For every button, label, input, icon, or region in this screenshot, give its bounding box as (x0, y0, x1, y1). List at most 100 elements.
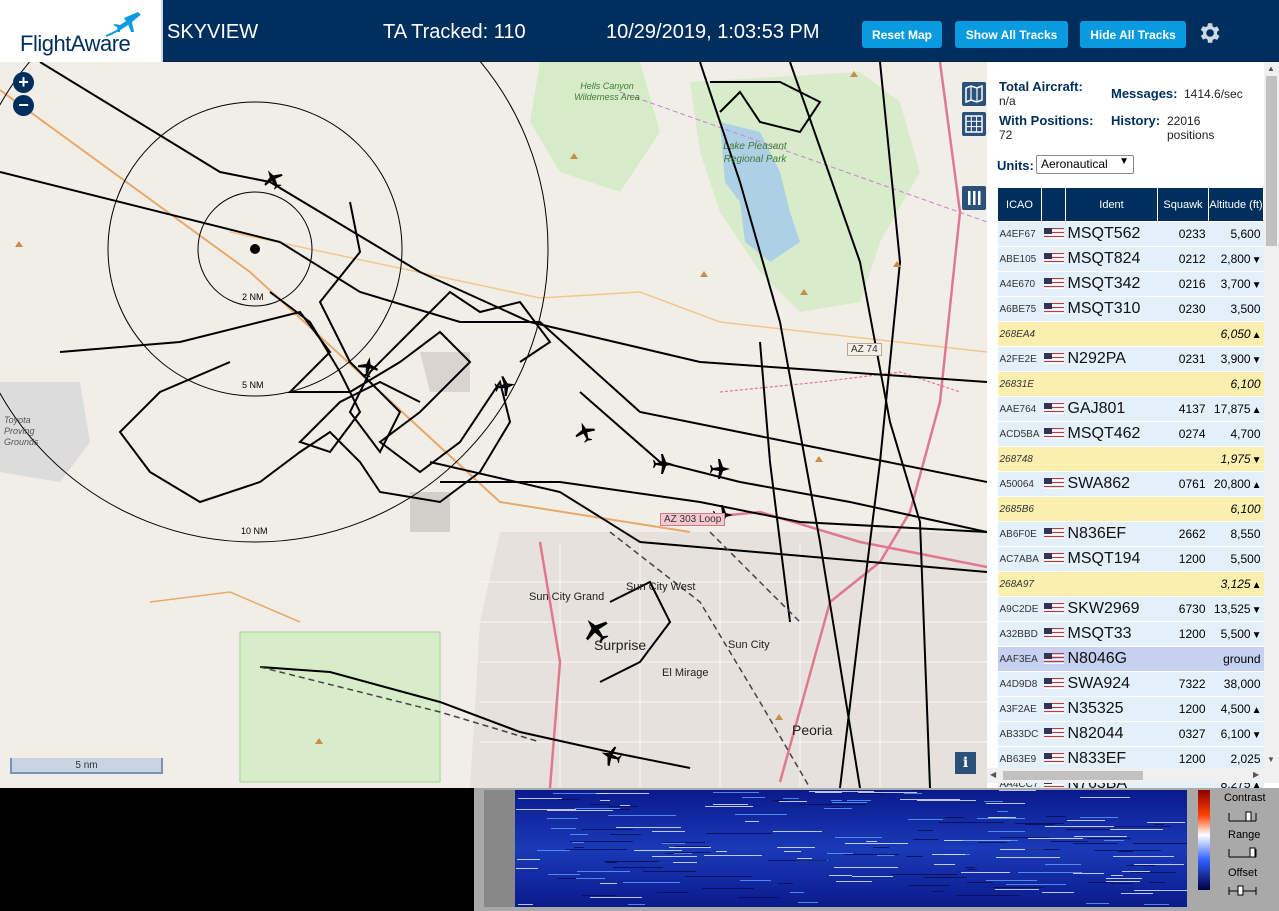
scroll-left-icon[interactable]: ◀ (990, 770, 996, 779)
table-row[interactable]: ACD5BA MSQT462 0274 4,700 (997, 421, 1264, 447)
altitude-cell: 4,500▲ (1208, 696, 1264, 722)
flag-cell (1041, 671, 1066, 697)
zoom-in-button[interactable]: + (13, 72, 34, 93)
us-flag-icon (1043, 753, 1064, 765)
flag-cell (1041, 721, 1066, 747)
table-row[interactable]: ABE105 MSQT824 0212 2,800▼ (997, 246, 1264, 272)
altitude-value: ground (1223, 652, 1261, 666)
ident-cell: MSQT562 (1065, 221, 1158, 247)
show-all-tracks-button[interactable]: Show All Tracks (955, 21, 1068, 48)
altitude-cell: 3,700▼ (1208, 271, 1264, 297)
aircraft-icon[interactable] (572, 419, 598, 445)
table-row[interactable]: AAF3EA N8046G ground (997, 646, 1264, 672)
table-row[interactable]: 268748 1,975▼ (997, 446, 1264, 472)
waterfall-margin (484, 790, 515, 907)
app-title: SKYVIEW (167, 21, 259, 43)
squawk-cell (1157, 646, 1209, 672)
squawk-cell (1157, 321, 1209, 347)
map-layers-icon[interactable] (962, 82, 986, 106)
sidebar-horizontal-scrollbar[interactable]: ◀ ▶ (987, 768, 1279, 783)
contrast-slider-icon[interactable] (1228, 811, 1258, 823)
scroll-thumb[interactable] (1003, 771, 1143, 780)
altitude-cell: 17,875▲ (1208, 396, 1264, 422)
table-row[interactable]: AB33DC N82044 0327 6,100▼ (997, 721, 1264, 747)
ident-cell: MSQT194 (1065, 546, 1158, 572)
icao-cell: A32BBD (997, 621, 1042, 647)
range-label: Range (1228, 829, 1261, 841)
scroll-down-icon[interactable]: ▼ (1267, 755, 1275, 764)
table-row[interactable]: AC7ABA MSQT194 1200 5,500 (997, 546, 1264, 572)
table-row[interactable]: 26831E 6,100 (997, 371, 1264, 397)
info-button[interactable]: i (955, 752, 976, 774)
us-flag-icon (1043, 653, 1064, 665)
col-squawk[interactable]: Squawk (1157, 187, 1209, 222)
altitude-value: 1,975 (1220, 452, 1251, 466)
table-row[interactable]: AB6F0E N836EF 2662 8,550 (997, 521, 1264, 547)
table-row[interactable]: A9C2DE SKW2969 6730 13,525▼ (997, 596, 1264, 622)
receiver-location (250, 244, 260, 254)
label-surprise: Surprise (594, 637, 647, 653)
label-peoria: Peoria (792, 722, 833, 738)
table-row[interactable]: AAE764 GAJ801 4137 17,875▲ (997, 396, 1264, 422)
table-row[interactable]: A4D9D8 SWA924 7322 38,000 (997, 671, 1264, 697)
squawk-cell (1157, 371, 1209, 397)
units-dropdown[interactable]: Aeronautical ▼ (1036, 155, 1134, 174)
altitude-value: 6,100 (1220, 727, 1251, 741)
range-slider-icon[interactable] (1228, 847, 1258, 859)
ident-cell: N35325 (1065, 696, 1158, 722)
squawk-cell: 4137 (1157, 396, 1209, 422)
table-row[interactable]: A50064 SWA862 0761 20,800▲ (997, 471, 1264, 497)
flightaware-logo[interactable]: FlightAware (0, 0, 163, 62)
aircraft-icon[interactable] (493, 374, 516, 397)
table-row[interactable]: A2FE2E N292PA 0231 3,900▼ (997, 346, 1264, 372)
altitude-cell: 3,500 (1208, 296, 1264, 322)
table-row[interactable]: 268EA4 6,050▲ (997, 321, 1264, 347)
sidebar-vertical-scrollbar[interactable]: ▲ ▼ (1264, 62, 1279, 768)
label-hells-canyon: Hells Canyon Wilderness Area (574, 81, 640, 102)
col-flag[interactable] (1041, 187, 1066, 222)
map-canvas[interactable] (0, 62, 987, 788)
table-row[interactable]: A6BE75 MSQT310 0230 3,500 (997, 296, 1264, 322)
aircraft-icon[interactable] (653, 454, 673, 474)
table-row[interactable]: 268A97 3,125▲ (997, 571, 1264, 597)
table-row[interactable]: 2685B6 6,100 (997, 496, 1264, 522)
ident-cell (1065, 446, 1158, 472)
reset-map-button[interactable]: Reset Map (862, 21, 942, 48)
history-value: 22016 positions (1167, 114, 1215, 142)
col-icao[interactable]: ICAO (997, 187, 1042, 222)
spectrum-waterfall[interactable] (515, 790, 1187, 907)
altitude-cell: 1,975▼ (1208, 446, 1264, 472)
grid-icon[interactable] (962, 112, 986, 136)
altitude-cell: 5,600 (1208, 221, 1264, 247)
columns-icon[interactable] (962, 186, 986, 210)
ident-cell: N82044 (1065, 721, 1158, 747)
table-row[interactable]: A4E670 MSQT342 0216 3,700▼ (997, 271, 1264, 297)
messages-label: Messages: (1111, 86, 1178, 101)
icao-cell: AAF3EA (997, 646, 1042, 672)
scroll-thumb[interactable] (1266, 76, 1277, 246)
scroll-up-icon[interactable]: ▲ (1267, 64, 1275, 73)
map-view[interactable]: 2 NM 5 NM 10 NM Hells Canyon Wilderness … (0, 62, 987, 788)
total-aircraft-label: Total Aircraft: (999, 79, 1083, 94)
table-row[interactable]: A3F2AE N35325 1200 4,500▲ (997, 696, 1264, 722)
zoom-out-button[interactable]: − (13, 95, 34, 116)
col-altitude[interactable]: Altitude (ft) (1208, 187, 1264, 222)
route-numbers (719, 371, 961, 393)
table-row[interactable]: A32BBD MSQT33 1200 5,500▼ (997, 621, 1264, 647)
offset-slider-icon[interactable] (1228, 885, 1258, 897)
contrast-label: Contrast (1224, 792, 1266, 804)
altitude-trend-icon: ▲ (1251, 580, 1262, 591)
flag-cell (1041, 246, 1066, 272)
header-bar: FlightAware SKYVIEW TA Tracked: 110 10/2… (0, 0, 1279, 62)
altitude-trend-icon: ▼ (1251, 255, 1262, 266)
gear-icon[interactable] (1196, 20, 1222, 46)
altitude-cell: 2,800▼ (1208, 246, 1264, 272)
flag-cell (1041, 321, 1066, 347)
units-selected: Aeronautical (1041, 157, 1108, 171)
scroll-right-icon[interactable]: ▶ (1253, 770, 1259, 779)
table-row[interactable]: A4EF67 MSQT562 0233 5,600 (997, 221, 1264, 247)
hide-all-tracks-button[interactable]: Hide All Tracks (1080, 21, 1186, 48)
col-ident[interactable]: Ident (1065, 187, 1158, 222)
icao-cell: 268A97 (997, 571, 1042, 597)
range-ring-label-5nm: 5 NM (242, 380, 264, 390)
